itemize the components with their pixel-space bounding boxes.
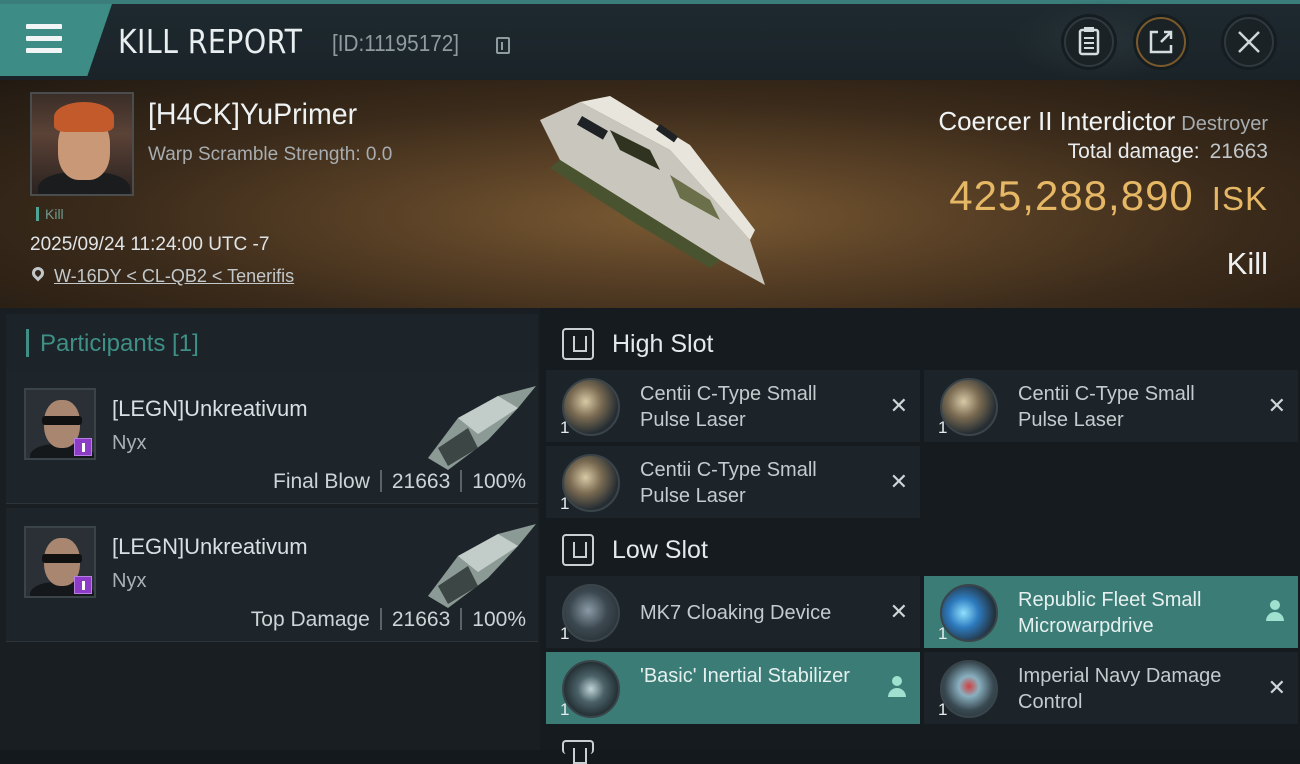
total-damage-value: 21663 [1209,140,1268,163]
next-slot-header-partial [550,736,1290,764]
destroyed-icon: ✕ [1267,393,1286,418]
participant-ship-image [428,386,536,470]
item-name: Imperial Navy Damage Control [1018,665,1222,713]
pulse-laser-icon [562,378,620,436]
participant-avatar[interactable] [24,388,96,460]
participant-row[interactable]: [LEGN]Unkreativum Nyx Final Blow 21663 100… [6,370,538,504]
victim-ship-type[interactable]: Coercer II Interdictor Destroyer [938,106,1268,137]
inertial-stabilizer-icon [562,660,620,718]
pulse-laser-icon [940,378,998,436]
item-name: MK7 Cloaking Device [640,602,832,624]
item-name: Centii C-Type Small Pulse Laser [1018,383,1195,431]
cloaking-device-icon [562,584,620,642]
dropped-pilot-icon [1266,600,1284,622]
item-quantity: 1 [938,700,948,719]
participant-percent: 100% [472,608,526,631]
kill-datetime: 2025/09/24 11:24:00 UTC -7 [30,234,270,255]
destroyed-icon: ✕ [889,599,908,624]
dropped-pilot-icon [888,676,906,698]
slot-icon [562,740,594,764]
participant-stats: Top Damage 21663 100% [251,608,526,632]
destroyed-icon: ✕ [1267,675,1286,700]
victim-name[interactable]: [H4CK]YuPrimer [148,98,357,132]
damage-control-icon [940,660,998,718]
share-button[interactable] [1136,17,1186,67]
result-label: Kill [1226,246,1268,281]
isk-value: 425,288,890 ISK [949,172,1268,220]
participant-row[interactable]: [LEGN]Unkreativum Nyx Top Damage 21663 100… [6,508,538,642]
item-name: Centii C-Type Small Pulse Laser [640,459,817,507]
high-slot-icon [562,328,594,360]
participant-ship: Nyx [112,432,147,454]
participants-panel: Participants [1] [LEGN]Unkreativum Nyx F… [0,308,540,750]
menu-button[interactable] [0,4,112,76]
close-icon [1238,31,1260,53]
participant-damage: 21663 [391,470,451,493]
participant-ship-image [428,524,536,608]
fitting-panel: High Slot 1 Centii C-Type Small Pulse La… [540,308,1300,764]
clipboard-button[interactable] [1064,17,1114,67]
item-quantity: 1 [560,418,570,437]
clipboard-icon [1078,27,1100,56]
fitting-item[interactable]: 1 Centii C-Type Small Pulse Laser ✕ [546,370,920,442]
fitting-item[interactable]: 1 MK7 Cloaking Device ✕ [546,576,920,648]
participant-name: [LEGN]Unkreativum [112,396,308,421]
participant-stats: Final Blow 21663 100% [273,470,526,494]
destroyed-icon: ✕ [889,469,908,494]
corp-badge-icon [74,576,92,594]
destroyed-icon: ✕ [889,393,908,418]
item-quantity: 1 [560,700,570,719]
victim-ship-image [540,96,765,285]
victim-portrait[interactable] [30,92,134,196]
ship-name: Coercer II Interdictor [938,106,1176,136]
item-name: 'Basic' Inertial Stabilizer [640,665,850,687]
corp-badge-icon [74,438,92,456]
kill-tag: Kill [36,206,64,222]
microwarpdrive-icon [940,584,998,642]
participants-title: Participants [1] [40,330,199,357]
copy-icon[interactable] [496,37,510,54]
low-slot-icon [562,534,594,566]
fitting-item[interactable]: 1 Centii C-Type Small Pulse Laser ✕ [924,370,1298,442]
participant-percent: 100% [472,470,526,493]
isk-amount: 425,288,890 [949,172,1194,219]
participant-avatar[interactable] [24,526,96,598]
item-name: Republic Fleet Small Microwarpdrive [1018,589,1202,637]
participant-role: Top Damage [250,608,370,631]
low-slot-title: Low Slot [612,536,708,564]
participant-name: [LEGN]Unkreativum [112,534,308,559]
total-damage: Total damage: 21663 [1068,140,1268,164]
ship-class: Destroyer [1181,113,1268,135]
item-quantity: 1 [938,418,948,437]
report-id: [ID:11195172] [332,30,459,56]
low-slot-header: Low Slot [550,520,1290,580]
close-button[interactable] [1224,17,1274,67]
high-slot-header: High Slot [550,314,1290,374]
warp-scramble-strength: Warp Scramble Strength: 0.0 [148,144,393,165]
item-quantity: 1 [938,624,948,643]
participants-header: Participants [1] [6,314,538,372]
top-bar: KILL REPORT [ID:11195172] [0,0,1300,80]
participant-damage: 21663 [391,608,451,631]
item-quantity: 1 [560,624,570,643]
total-damage-label: Total damage: [1067,140,1200,163]
share-icon [1149,30,1173,54]
fitting-item[interactable]: 1 'Basic' Inertial Stabilizer [546,652,920,724]
pulse-laser-icon [562,454,620,512]
participant-ship: Nyx [112,570,147,592]
high-slot-title: High Slot [612,330,714,358]
fitting-item[interactable]: 1 Republic Fleet Small Microwarpdrive [924,576,1298,648]
participant-role: Final Blow [273,470,370,493]
kill-location-link[interactable]: W-16DY < CL-QB2 < Tenerifis [54,266,294,287]
page-title: KILL REPORT [118,22,303,61]
fitting-item[interactable]: 1 Imperial Navy Damage Control ✕ [924,652,1298,724]
item-name: Centii C-Type Small Pulse Laser [640,383,817,431]
item-quantity: 1 [560,494,570,513]
fitting-item[interactable]: 1 Centii C-Type Small Pulse Laser ✕ [546,446,920,518]
isk-unit: ISK [1211,180,1268,217]
